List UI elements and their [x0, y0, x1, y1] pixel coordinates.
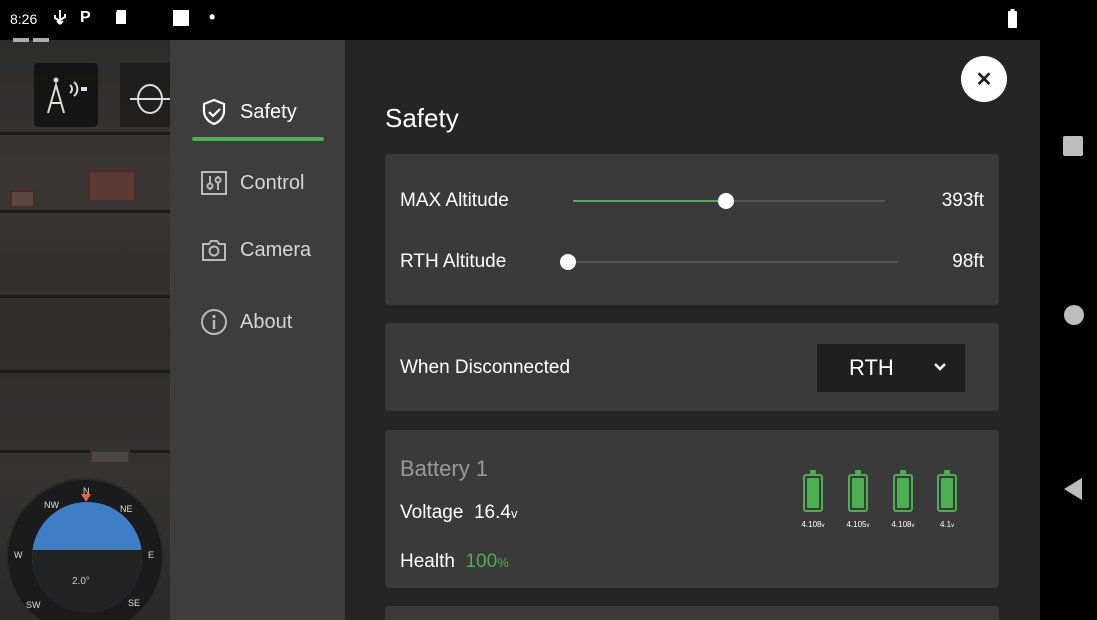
voltage-unit: v	[510, 506, 518, 521]
shelf-line	[0, 450, 170, 453]
poster	[90, 450, 130, 464]
health-value: 100	[465, 551, 498, 572]
sidebar-item-label: Safety	[240, 100, 297, 123]
page-title: Safety	[385, 103, 459, 133]
battery-cell: 4.105v	[840, 470, 876, 529]
sidebar-item-about[interactable]: About	[200, 302, 292, 342]
sidebar-item-camera[interactable]: Camera	[200, 230, 311, 270]
sidebar-item-label: Control	[240, 171, 305, 194]
cell-fill	[807, 478, 819, 508]
close-button[interactable]: ✕	[961, 56, 1007, 102]
disconnect-card: When Disconnected RTH	[385, 323, 999, 411]
voltage-row: Voltage 16.4v	[400, 502, 517, 524]
status-bar: 8:26 P •	[0, 0, 1097, 40]
slider-thumb[interactable]	[717, 193, 734, 209]
slider-fill	[573, 200, 726, 202]
max-altitude-label: MAX Altitude	[400, 190, 509, 211]
usb-icon	[52, 9, 68, 27]
poster	[10, 190, 35, 208]
sliders-icon	[200, 169, 228, 197]
battery-cell-icon	[848, 470, 868, 512]
pitch-readout: 2.0°	[72, 576, 90, 587]
cell-fill	[941, 478, 953, 508]
health-row: Health 100%	[400, 551, 509, 573]
poster	[88, 170, 136, 202]
disconnect-action-select[interactable]: RTH	[817, 344, 965, 392]
compass-se: SE	[128, 598, 141, 608]
compass-w: W	[14, 550, 23, 560]
health-unit: %	[497, 555, 509, 570]
select-value: RTH	[849, 355, 894, 380]
cell-voltage: 4.1v	[939, 520, 955, 529]
cell-voltage: 4.108v	[801, 520, 825, 529]
compass-e: E	[148, 550, 155, 560]
sidebar-item-control[interactable]: Control	[200, 163, 304, 203]
dot-icon: •	[209, 7, 216, 27]
battery-cell: 4.108v	[795, 470, 831, 529]
battery-icon	[1008, 9, 1017, 28]
sidebar-item-label: Camera	[240, 238, 312, 261]
cell-voltage: 4.105v	[846, 520, 870, 529]
rth-altitude-value: 98ft	[952, 251, 984, 272]
shelf-line	[0, 295, 170, 298]
shelf-line	[0, 132, 170, 135]
rth-altitude-slider[interactable]	[560, 254, 898, 270]
back-icon[interactable]	[1064, 478, 1082, 500]
horizon-sky	[32, 502, 142, 612]
recents-icon[interactable]	[1063, 136, 1083, 156]
when-disconnected-label: When Disconnected	[400, 357, 571, 378]
sd-card-icon	[114, 9, 128, 27]
active-tab-indicator	[192, 137, 324, 141]
compass-n: N	[83, 486, 90, 496]
battery-cell: 4.108v	[885, 470, 921, 529]
clock: 8:26	[10, 11, 38, 27]
home-icon[interactable]	[1064, 305, 1084, 325]
settings-content: Safety ✕ MAX Altitude 393ft RTH Altitude…	[345, 40, 1040, 620]
voltage-label: Voltage	[400, 502, 464, 523]
altitude-card: MAX Altitude 393ft RTH Altitude 98ft	[385, 154, 999, 305]
voltage-value: 16.4	[473, 502, 511, 523]
battery-cell-icon	[893, 470, 913, 512]
shelf-line	[0, 210, 170, 213]
health-label: Health	[400, 551, 455, 572]
cell-fill	[897, 478, 909, 508]
slider-thumb[interactable]	[560, 254, 576, 270]
altitude-signal-icon	[47, 77, 87, 114]
shelf-line	[0, 370, 170, 373]
rth-altitude-label: RTH Altitude	[400, 251, 507, 272]
indicator	[33, 38, 49, 42]
settings-sidebar: Safety Control Camera About	[170, 40, 345, 620]
signal-altitude-button[interactable]	[34, 63, 98, 127]
battery-cell-icon	[803, 470, 823, 512]
cell-voltage: 4.108v	[891, 520, 915, 529]
max-altitude-slider[interactable]	[573, 193, 885, 209]
battery-cell-icon	[937, 470, 957, 512]
square-icon	[172, 9, 190, 27]
close-icon: ✕	[975, 68, 993, 91]
sidebar-item-safety[interactable]: Safety	[200, 92, 297, 132]
gimbal-icon	[130, 84, 170, 114]
cell-fill	[852, 478, 864, 508]
max-altitude-value: 393ft	[941, 190, 984, 211]
info-icon	[200, 308, 228, 336]
sidebar-item-label: About	[240, 310, 293, 333]
battery-title: Battery 1	[400, 456, 489, 481]
chevron-down-icon	[933, 359, 947, 377]
camera-icon	[200, 236, 228, 264]
next-card	[385, 606, 999, 620]
shield-check-icon	[200, 98, 228, 126]
indicator	[13, 38, 29, 42]
compass-ne: NE	[120, 504, 133, 514]
battery-cell: 4.1v	[929, 470, 965, 529]
battery-card: Battery 1 Voltage 16.4v Health 100% 4.10…	[385, 430, 999, 588]
gimbal-button[interactable]	[120, 63, 170, 127]
parking-icon: P	[80, 9, 91, 26]
compass-nw: NW	[44, 500, 59, 510]
compass-sw: SW	[26, 600, 41, 610]
